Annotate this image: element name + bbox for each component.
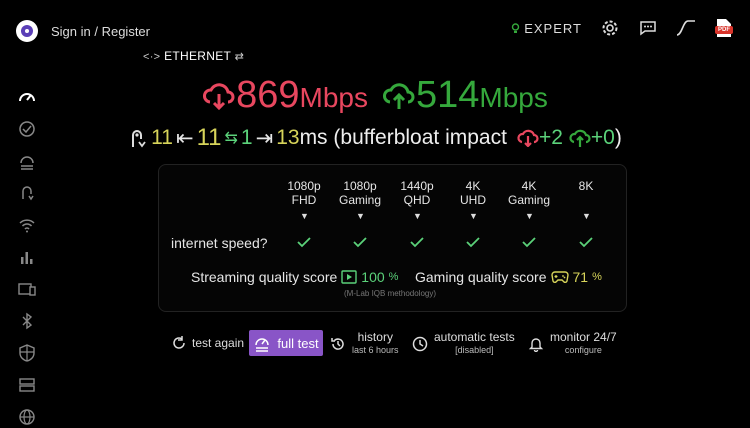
gaming-score-label: Gaming quality score	[415, 269, 547, 285]
history-button[interactable]: history last 6 hours	[330, 331, 399, 357]
bufferbloat-upload-icon	[569, 129, 591, 147]
check-icon	[410, 237, 424, 248]
check-icon	[466, 237, 480, 248]
check-icon	[522, 237, 536, 248]
gaming-pct: %	[592, 271, 602, 283]
speed-results: 869 Mbps 514 Mbps	[0, 74, 750, 117]
gaming-score: Gaming quality score 71%	[415, 269, 602, 285]
pdf-icon[interactable]: PDF	[714, 18, 734, 38]
automatic-tests-button[interactable]: automatic tests [disabled]	[412, 331, 515, 357]
history-label: history	[357, 330, 393, 344]
upload-value: 514	[416, 74, 480, 116]
monitor-label: monitor 24/7	[550, 330, 617, 344]
caret-down-icon: ▼	[469, 211, 478, 221]
gamepad-icon	[550, 271, 569, 284]
full-test-label: full test	[277, 335, 319, 351]
ethernet-icon: <·>	[143, 51, 161, 63]
server-icon[interactable]	[16, 374, 38, 396]
chat-icon[interactable]	[638, 18, 658, 38]
full-test-button[interactable]: full test	[249, 330, 323, 356]
check-icon	[353, 237, 367, 248]
globe-icon[interactable]	[16, 406, 38, 428]
clock-icon	[412, 336, 428, 352]
latency-jitter: 1	[240, 126, 253, 149]
wifi-icon[interactable]	[16, 214, 38, 236]
header-toolbar: EXPERT PDF	[511, 18, 734, 38]
bar-chart-icon[interactable]	[16, 246, 38, 268]
automatic-sub: [disabled]	[455, 345, 494, 355]
upload-speed: 514 Mbps	[382, 74, 548, 117]
upload-unit: Mbps	[479, 82, 548, 113]
app-logo[interactable]	[16, 20, 38, 42]
latency-hand-icon	[132, 130, 146, 148]
upload-cloud-icon	[383, 82, 415, 109]
gauge-stack-icon[interactable]	[16, 150, 38, 172]
caret-down-icon: ▼	[300, 211, 309, 221]
history-sub: last 6 hours	[352, 345, 399, 355]
devices-icon[interactable]	[16, 278, 38, 300]
streaming-score-label: Streaming quality score	[191, 269, 338, 285]
column-label-line1: 8K	[578, 179, 594, 193]
streaming-score: Streaming quality score 100%	[191, 269, 398, 285]
latency-icon[interactable]	[16, 182, 38, 204]
download-cloud-icon	[203, 82, 235, 110]
latency-down-loaded: 11	[196, 124, 222, 151]
download-unit: Mbps	[299, 82, 368, 113]
bulb-icon	[512, 22, 520, 33]
pdf-label: PDF	[718, 27, 730, 33]
caret-down-icon: ▼	[356, 211, 365, 221]
test-again-label: test again	[192, 336, 245, 350]
streaming-score-value: 100	[361, 269, 385, 285]
bufferbloat-upload-value: +0	[590, 126, 615, 149]
check-icon	[579, 237, 593, 248]
latency-down-arrow-icon: ⇤	[175, 126, 194, 150]
monitor-button[interactable]: monitor 24/7 configure	[528, 331, 617, 357]
latency-unloaded: 11	[151, 126, 173, 149]
column-label-line2	[546, 193, 626, 207]
bell-icon	[528, 338, 544, 352]
methodology-note: (M-Lab IQB methodology)	[344, 289, 437, 298]
latency-up-loaded: 13	[276, 126, 300, 149]
shield-icon[interactable]	[16, 342, 38, 364]
gaming-score-value: 71	[572, 269, 589, 285]
download-speed: 869 Mbps	[202, 74, 368, 117]
quality-card: 1080p FHD ▼ 1080p Gaming ▼ 1440p QHD ▼ 4K UHD ▼ 4K Ga…	[158, 164, 627, 312]
latency-close: )	[614, 126, 622, 149]
expert-mode-toggle[interactable]: EXPERT	[511, 21, 582, 36]
refresh-icon	[173, 336, 185, 349]
connection-label: ETHERNET	[164, 49, 231, 63]
bufferbloat-download-value: +2	[538, 126, 563, 149]
settings-icon[interactable]	[600, 18, 620, 38]
automatic-label: automatic tests	[434, 330, 515, 344]
internet-speed-label: internet speed?	[171, 235, 268, 251]
signin-link[interactable]: Sign in / Register	[51, 24, 150, 39]
latency-up-arrow-icon: ⇥	[255, 126, 274, 150]
bufferbloat-download-icon	[517, 129, 539, 147]
latency-results: 11 ⇤ 11 ⇆ 1 ⇥ 13 ms (bufferbloat impact …	[0, 124, 750, 152]
quality-column-header: 8K	[546, 179, 626, 207]
bluetooth-icon[interactable]	[16, 310, 38, 332]
monitor-sub: configure	[564, 345, 602, 355]
check-icon	[297, 237, 311, 248]
caret-down-icon: ▼	[413, 211, 422, 221]
caret-down-icon: ▼	[525, 211, 534, 221]
connection-type: <·> ETHERNET ⇄	[143, 49, 244, 63]
jitter-icon: ⇆	[224, 130, 238, 147]
history-icon	[331, 338, 344, 350]
caret-down-icon: ▼	[582, 211, 591, 221]
download-value: 869	[236, 74, 300, 116]
full-test-gauge-icon	[255, 338, 270, 352]
play-icon	[341, 270, 357, 284]
streaming-pct: %	[388, 271, 399, 283]
graph-icon[interactable]	[676, 18, 696, 38]
test-again-button[interactable]: test again	[172, 336, 244, 350]
latency-unit-text: ms (bufferbloat impact	[299, 126, 507, 149]
expert-label: EXPERT	[524, 20, 582, 36]
swap-icon: ⇄	[234, 51, 245, 63]
